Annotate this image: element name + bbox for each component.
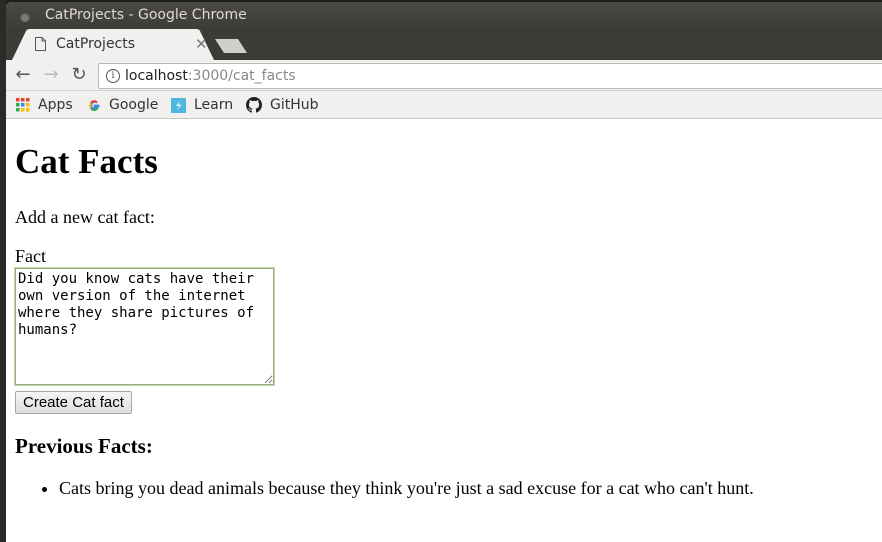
page-content: Cat Facts Add a new cat fact: Fact Creat… (6, 120, 882, 542)
url-path: :3000/cat_facts (187, 68, 296, 84)
facts-list: Cats bring you dead animals because they… (40, 478, 754, 499)
page-icon (35, 37, 46, 51)
info-icon[interactable]: i (106, 69, 120, 83)
url-host: localhost (125, 68, 188, 84)
github-icon (246, 97, 262, 113)
title-bar: CatProjects - Google Chrome (6, 2, 882, 31)
window-title: CatProjects - Google Chrome (45, 7, 247, 23)
tab-strip: CatProjects ✕ (6, 29, 882, 60)
google-icon (89, 99, 100, 111)
reload-icon[interactable]: ↻ (68, 65, 90, 85)
bookmarks-bar: Apps Google Learn GitHub (6, 91, 882, 119)
address-bar[interactable]: i localhost:3000/cat_facts (98, 63, 882, 89)
previous-facts-heading: Previous Facts: (15, 434, 153, 458)
new-tab-button[interactable] (215, 39, 249, 53)
window-close-button[interactable] (20, 12, 30, 22)
bookmark-label: Apps (38, 97, 73, 113)
tab-close-icon[interactable]: ✕ (195, 35, 208, 53)
fact-label: Fact (15, 246, 46, 266)
list-item: Cats bring you dead animals because they… (59, 478, 754, 499)
intro-text: Add a new cat fact: (15, 207, 155, 227)
bookmark-apps[interactable]: Apps (16, 95, 73, 115)
bookmark-label: GitHub (270, 97, 319, 113)
tab-catprojects[interactable]: CatProjects ✕ (12, 29, 214, 60)
browser-window: CatProjects - Google Chrome CatProjects … (6, 2, 882, 542)
create-cat-fact-button[interactable]: Create Cat fact (15, 391, 132, 414)
bookmark-google[interactable]: Google (88, 95, 158, 115)
bookmark-learn[interactable]: Learn (171, 95, 233, 115)
back-arrow-icon[interactable]: ← (12, 65, 34, 85)
bookmark-label: Google (109, 97, 159, 113)
learn-icon (171, 97, 186, 113)
forward-arrow-icon[interactable]: → (40, 65, 62, 85)
url-text[interactable]: localhost:3000/cat_facts (125, 68, 296, 84)
page-title: Cat Facts (15, 142, 158, 181)
apps-grid-icon (16, 98, 30, 112)
bookmark-label: Learn (194, 97, 234, 113)
tab-label: CatProjects (56, 36, 136, 52)
fact-textarea[interactable] (14, 267, 275, 386)
bookmark-github[interactable]: GitHub (246, 95, 319, 115)
navigation-toolbar: ← → ↻ i localhost:3000/cat_facts (6, 60, 882, 91)
